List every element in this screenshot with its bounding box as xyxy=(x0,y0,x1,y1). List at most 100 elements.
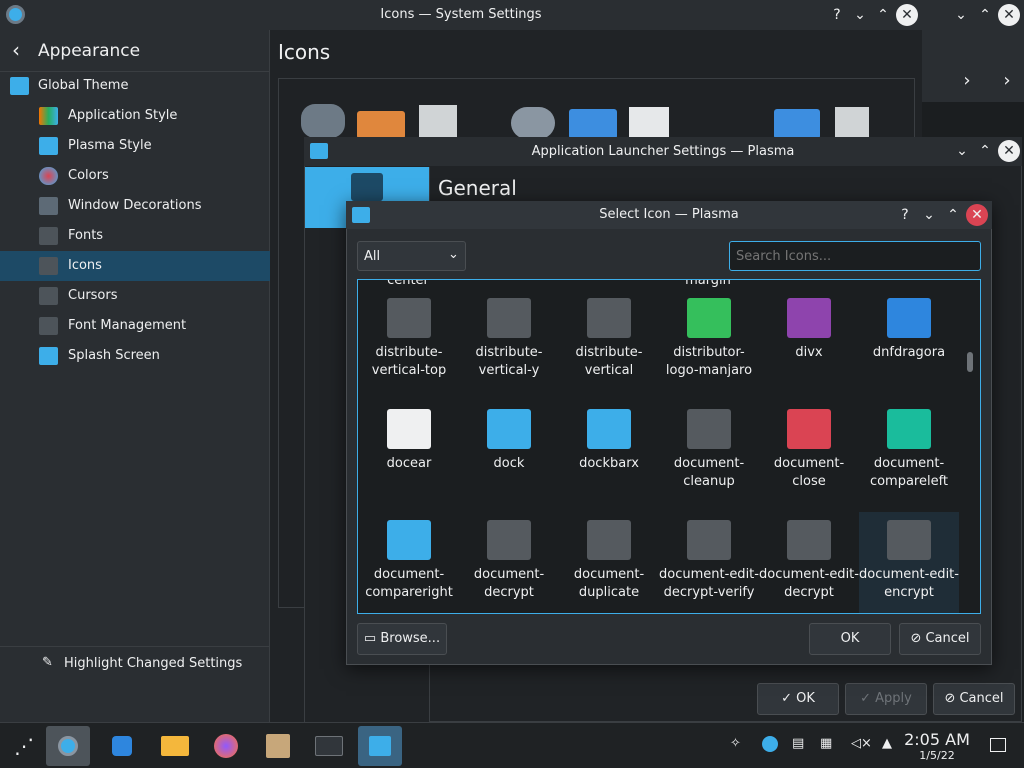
icon-cell[interactable]: dockbarx xyxy=(559,409,659,473)
archive-icon xyxy=(266,734,290,758)
icon-cell[interactable]: document-edit-decrypt xyxy=(759,520,859,602)
close-icon[interactable]: ✕ xyxy=(998,4,1020,26)
search-input[interactable] xyxy=(729,241,981,271)
icon-preview xyxy=(487,298,531,338)
discover-task[interactable] xyxy=(100,726,144,766)
launcher-cancel-button[interactable]: ⊘ Cancel xyxy=(933,683,1015,715)
network-icon[interactable]: ✧ xyxy=(730,736,741,751)
icon-cell[interactable]: distribute-vertical xyxy=(559,298,659,380)
icon-cell[interactable]: distribute-vertical-top xyxy=(359,298,459,380)
icon-preview xyxy=(787,409,831,449)
maximize-icon[interactable]: ⌃ xyxy=(942,204,964,226)
icon-cell[interactable]: document-compareright xyxy=(359,520,459,602)
background-window: ⌄ ⌃ ✕ › › xyxy=(922,0,1024,102)
cancel-icon: ⊘ xyxy=(910,631,926,646)
chevron-up-icon[interactable]: ▲ xyxy=(882,736,892,751)
maximize-icon[interactable]: ⌃ xyxy=(974,140,996,162)
archive-task[interactable] xyxy=(256,726,300,766)
icon-label: distribute-vertical-y xyxy=(475,345,543,378)
sidebar-item-plasma-style[interactable]: Plasma Style xyxy=(0,131,270,161)
icon-cell[interactable]: divx xyxy=(759,298,859,362)
maximize-icon[interactable]: ⌃ xyxy=(974,4,996,26)
media-icon xyxy=(511,107,555,139)
konsole-task[interactable] xyxy=(306,726,350,766)
sidebar-item-application-style[interactable]: Application Style xyxy=(0,101,270,131)
launcher-apply-button[interactable]: ✓ Apply xyxy=(845,683,927,715)
back-row[interactable]: ‹ Appearance xyxy=(0,30,270,72)
cancel-icon: ⊘ xyxy=(944,691,960,706)
dialog-ok-button[interactable]: OK xyxy=(809,623,891,655)
window-decorations-icon xyxy=(39,197,58,215)
back-arrow-icon[interactable]: ‹ xyxy=(12,38,20,62)
help-icon[interactable]: ? xyxy=(894,204,916,226)
window-title: Application Launcher Settings — Plasma xyxy=(531,144,795,159)
gear-icon xyxy=(58,736,78,756)
sidebar-item-fonts[interactable]: Fonts xyxy=(0,221,270,251)
icon-preview xyxy=(687,298,731,338)
icon-cell[interactable]: dnfdragora xyxy=(859,298,959,362)
dialog-cancel-button[interactable]: ⊘ Cancel xyxy=(899,623,981,655)
icon-cell[interactable]: document-compareleft xyxy=(859,409,959,491)
system-settings-titlebar: Icons — System Settings ? ⌄ ⌃ ✕ xyxy=(0,0,922,30)
sidebar-item-icons[interactable]: Icons xyxy=(0,251,270,281)
icon-cell[interactable]: distributor-logo-manjaro xyxy=(659,298,759,380)
firefox-task[interactable] xyxy=(204,726,248,766)
global-theme-icon xyxy=(10,77,29,95)
icon-cell-partial[interactable]: margin xyxy=(658,280,758,290)
scrollbar-thumb[interactable] xyxy=(967,352,973,372)
folder-icon xyxy=(161,736,189,756)
show-desktop-icon[interactable] xyxy=(990,738,1006,752)
filter-value: All xyxy=(364,249,381,264)
maximize-icon[interactable]: ⌃ xyxy=(872,4,894,26)
chevron-right-icon[interactable]: › xyxy=(956,70,978,92)
application-launcher-icon[interactable]: ⋰ xyxy=(2,726,46,766)
icon-cell[interactable]: dock xyxy=(459,409,559,473)
system-settings-task[interactable] xyxy=(46,726,90,766)
dolphin-task[interactable] xyxy=(152,726,196,766)
icon-preview xyxy=(887,298,931,338)
launcher-ok-button[interactable]: ✓ OK xyxy=(757,683,839,715)
sidebar-item-splash-screen[interactable]: Splash Screen xyxy=(0,341,270,371)
icon-label: distributor-logo-manjaro xyxy=(665,345,753,378)
close-icon[interactable]: ✕ xyxy=(966,204,988,226)
minimize-icon[interactable]: ⌄ xyxy=(950,4,972,26)
icon-label: document-duplicate xyxy=(573,567,645,600)
icon-cell[interactable]: document-cleanup xyxy=(659,409,759,491)
close-icon[interactable]: ✕ xyxy=(896,4,918,26)
sidebar-item-window-decorations[interactable]: Window Decorations xyxy=(0,191,270,221)
icon-cell[interactable]: document-duplicate xyxy=(559,520,659,602)
volume-muted-icon[interactable]: ◁× xyxy=(851,736,872,751)
pencil-icon: ✎ xyxy=(42,655,53,670)
icon-cell[interactable]: document-decrypt xyxy=(459,520,559,602)
sidebar-item-colors[interactable]: Colors xyxy=(0,161,270,191)
scrollbar[interactable] xyxy=(964,282,978,611)
chevron-right-icon[interactable]: › xyxy=(996,70,1018,92)
icon-preview xyxy=(587,520,631,560)
keyboard-icon[interactable]: ▦ xyxy=(820,736,832,751)
minimize-icon[interactable]: ⌄ xyxy=(951,140,973,162)
icon-cell[interactable]: docear xyxy=(359,409,459,473)
select-icon-titlebar: Select Icon — Plasma ? ⌄ ⌃ ✕ xyxy=(346,201,992,229)
clock[interactable]: 2:05 AM 1/5/22 xyxy=(900,730,974,762)
plasma-task[interactable] xyxy=(358,726,402,766)
icon-cell[interactable]: distribute-vertical-y xyxy=(459,298,559,380)
icon-cell[interactable]: document-close xyxy=(759,409,859,491)
icon-cell[interactable]: document-edit-decrypt-verify xyxy=(659,520,759,602)
update-icon[interactable] xyxy=(762,736,778,752)
icon-preview xyxy=(587,298,631,338)
highlight-changed-settings-button[interactable]: ✎ Highlight Changed Settings xyxy=(0,646,270,682)
sidebar-item-global-theme[interactable]: Global Theme xyxy=(0,71,270,101)
icon-cell[interactable]: document-edit-encrypt xyxy=(859,512,959,613)
category-title: Appearance xyxy=(38,41,141,61)
browse-button[interactable]: ▭ Browse... xyxy=(357,623,447,655)
minimize-icon[interactable]: ⌄ xyxy=(918,204,940,226)
minimize-icon[interactable]: ⌄ xyxy=(849,4,871,26)
filter-select[interactable]: All ⌄ xyxy=(357,241,466,271)
sidebar-item-cursors[interactable]: Cursors xyxy=(0,281,270,311)
icon-cell-partial[interactable]: center xyxy=(358,280,458,290)
clipboard-icon[interactable]: ▤ xyxy=(792,736,804,751)
sidebar-item-font-management[interactable]: Font Management xyxy=(0,311,270,341)
close-icon[interactable]: ✕ xyxy=(998,140,1020,162)
folder-icon: ▭ xyxy=(363,631,381,646)
help-icon[interactable]: ? xyxy=(826,4,848,26)
